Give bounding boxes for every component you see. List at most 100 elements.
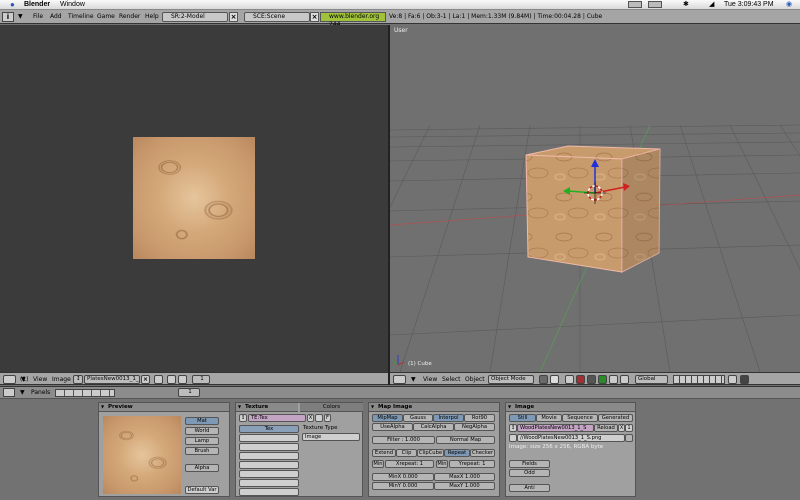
fields-toggle[interactable]: Fields <box>509 460 550 468</box>
draw-type-icon[interactable] <box>539 375 548 384</box>
mirror-x-toggle[interactable]: Min <box>372 460 384 468</box>
lock-icon[interactable] <box>728 375 737 384</box>
still-tab[interactable]: Still <box>509 414 536 422</box>
volume-icon[interactable]: ◢ <box>709 1 714 9</box>
layer-buttons[interactable] <box>673 375 725 384</box>
menu-game[interactable]: Game <box>97 13 115 21</box>
collapse-icon-3d[interactable]: ▼ <box>411 375 416 384</box>
negalpha-toggle[interactable]: NegAlpha <box>454 423 495 431</box>
generated-tab[interactable]: Generated <box>598 414 633 422</box>
header-collapse-icon[interactable]: ▼ <box>18 13 23 21</box>
interpol-toggle[interactable]: Interpol <box>433 414 464 422</box>
menu-help[interactable]: Help <box>145 13 159 21</box>
texture-channel-7[interactable] <box>239 479 299 487</box>
colors-tab[interactable]: Colors <box>300 403 363 412</box>
translate-icon[interactable] <box>587 375 596 384</box>
buttons-frame-field[interactable]: 1 <box>178 388 200 397</box>
image-unlink-button[interactable]: × <box>141 375 150 384</box>
orientation-icon[interactable] <box>620 375 629 384</box>
checker-option[interactable]: Checker <box>470 449 495 457</box>
filter-field[interactable]: Filter : 1.000 <box>372 436 435 444</box>
repeat-option[interactable]: Repeat <box>444 449 470 457</box>
odd-toggle[interactable]: Odd <box>509 469 550 477</box>
xrepeat-field[interactable]: Xrepeat: 1 <box>385 460 434 468</box>
scene-selector[interactable]: SCE:Scene <box>244 12 310 22</box>
texture-channel-4[interactable] <box>239 452 299 460</box>
bluetooth-icon[interactable]: ✱ <box>683 1 689 9</box>
screen-selector[interactable]: SR:2-Model <box>162 12 228 22</box>
texture-browse-button[interactable]: ↕ <box>239 414 247 422</box>
normal-map-toggle[interactable]: Normal Map <box>436 436 495 444</box>
editor-type-icon[interactable] <box>3 375 16 384</box>
editor-type-icon-3d[interactable] <box>393 375 406 384</box>
object-menu[interactable]: Object <box>465 375 485 384</box>
menu-extra-icon[interactable] <box>628 1 642 8</box>
preview-world-button[interactable]: World <box>185 427 219 435</box>
file-browse-icon[interactable] <box>509 434 517 442</box>
info-window-icon[interactable]: i <box>2 12 14 22</box>
image-browse-button[interactable]: ↕ <box>509 424 517 432</box>
maxy-field[interactable]: MaxY 1.000 <box>434 482 495 490</box>
context-icons[interactable] <box>55 389 115 397</box>
panels-label[interactable]: Panels <box>31 389 50 397</box>
collapse-icon-buttons[interactable]: ▼ <box>20 389 25 397</box>
texture-channel-8[interactable] <box>239 488 299 496</box>
pack-image-button[interactable] <box>625 434 633 442</box>
clip-option[interactable]: Clip <box>396 449 417 457</box>
calcalpha-toggle[interactable]: CalcAlpha <box>413 423 454 431</box>
image-name-field[interactable]: PlatesNew0013_1_S <box>84 375 140 384</box>
texture-name-field[interactable]: TE:Tex <box>248 414 306 422</box>
usealpha-toggle[interactable]: UseAlpha <box>372 423 413 431</box>
image-tool-icon-2[interactable] <box>178 375 187 384</box>
view-menu-3d[interactable]: View <box>423 375 437 384</box>
movie-tab[interactable]: Movie <box>536 414 562 422</box>
render-preview-icon[interactable] <box>740 375 749 384</box>
window-menu[interactable]: Window <box>60 1 85 9</box>
mirror-y-toggle[interactable]: Min <box>436 460 448 468</box>
scale-icon[interactable] <box>609 375 618 384</box>
pivot-icon[interactable] <box>565 375 574 384</box>
preview-alpha-button[interactable]: Alpha <box>185 464 219 472</box>
miny-field[interactable]: MinY 0.000 <box>372 482 434 490</box>
default-var-button[interactable]: Default Var <box>185 486 219 494</box>
image-users-count[interactable]: 1 <box>625 424 633 432</box>
maxx-field[interactable]: MaxX 1.000 <box>434 473 495 481</box>
buttons-window-icon[interactable] <box>3 388 15 397</box>
texture-channel-2[interactable] <box>239 434 299 442</box>
pack-icon[interactable] <box>154 375 163 384</box>
menu-file[interactable]: File <box>33 13 43 21</box>
texture-unlink-button[interactable]: X <box>307 414 314 422</box>
minx-field[interactable]: MinX 0.000 <box>372 473 434 481</box>
blender-url-link[interactable]: www.blender.org 244 <box>320 12 386 28</box>
mode-selector[interactable]: Object Mode <box>488 375 534 384</box>
select-menu[interactable]: Select <box>442 375 461 384</box>
spotlight-icon[interactable]: ◉ <box>786 1 792 9</box>
manipulator-icon[interactable] <box>576 375 585 384</box>
scene-delete-button[interactable]: × <box>310 12 319 22</box>
mipmap-toggle[interactable]: MipMap <box>372 414 403 422</box>
menu-render[interactable]: Render <box>119 13 140 21</box>
menu-timeline[interactable]: Timeline <box>68 13 94 21</box>
texture-nodes-icon[interactable] <box>315 414 323 422</box>
texture-channel-3[interactable] <box>239 443 299 451</box>
gauss-toggle[interactable]: Gauss <box>403 414 433 422</box>
texture-channel-5[interactable] <box>239 461 299 469</box>
texture-channel-6[interactable] <box>239 470 299 478</box>
texture-fake-user-button[interactable]: F <box>324 414 331 422</box>
extend-option[interactable]: Extend <box>372 449 396 457</box>
preview-mat-button[interactable]: Mat <box>185 417 219 425</box>
image-path-field[interactable]: //WoodPlatesNew0013_1_S.png <box>517 434 625 442</box>
frame-field[interactable]: 1 <box>192 375 210 384</box>
app-menu[interactable]: Blender <box>24 1 50 9</box>
image-unlink-button-2[interactable]: X <box>618 424 625 432</box>
3d-viewport[interactable]: User (1) Cube <box>390 25 800 372</box>
yrepeat-field[interactable]: Yrepeat: 1 <box>449 460 495 468</box>
image-editor[interactable] <box>0 25 388 372</box>
rot90-toggle[interactable]: Rot90 <box>464 414 495 422</box>
anti-toggle[interactable]: Anti <box>509 484 550 492</box>
texture-channel-tex[interactable]: Tex <box>239 425 299 433</box>
menu-add[interactable]: Add <box>50 13 62 21</box>
preview-lamp-button[interactable]: Lamp <box>185 437 219 445</box>
preview-brush-button[interactable]: Brush <box>185 447 219 455</box>
image-tool-icon-1[interactable] <box>167 375 176 384</box>
